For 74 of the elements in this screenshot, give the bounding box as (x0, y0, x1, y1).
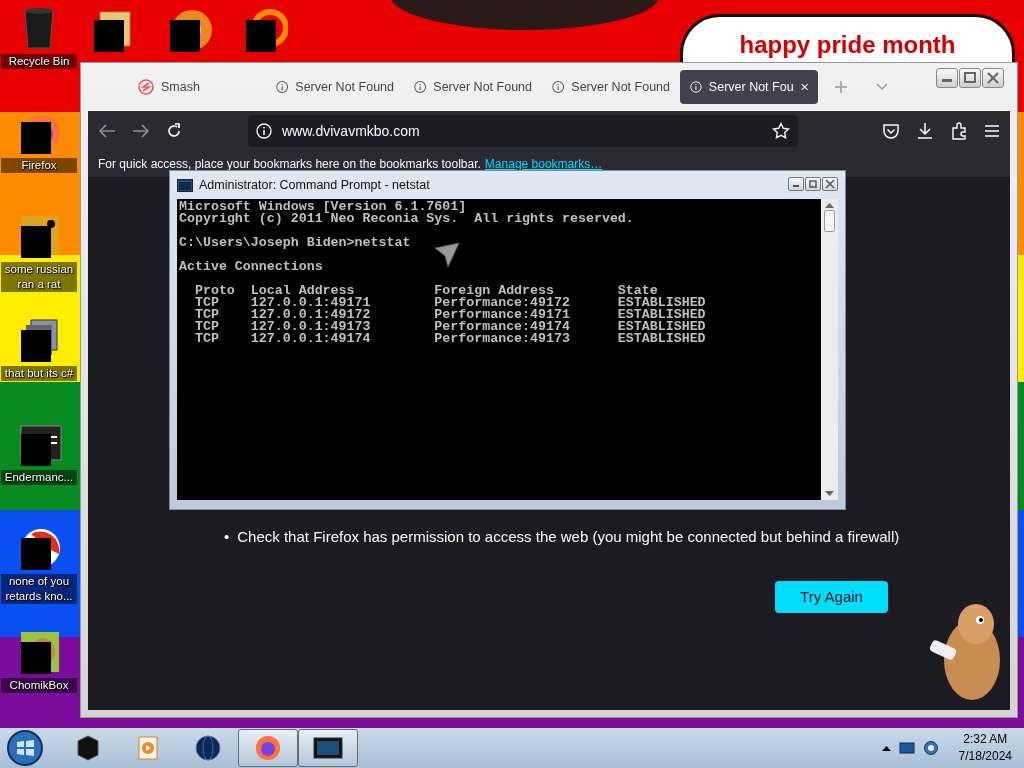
pocket-icon[interactable] (882, 122, 900, 140)
icon-label[interactable]: that but its c# (1, 366, 77, 381)
clock-time: 2:32 AM (963, 731, 1008, 748)
console-cell: Performance:49171 (434, 309, 570, 321)
mouse-cursor-icon (434, 242, 460, 268)
reload-icon[interactable] (166, 123, 182, 139)
console-line: Copyright (c) 2011 Neo Reconia Sys. All rights reserved. (179, 213, 634, 225)
console-cell: TCP (194, 309, 219, 321)
manage-bookmarks-link[interactable]: Manage bookmarks… (484, 155, 603, 173)
console-cell: 127.0.0.1:49173 (250, 321, 371, 333)
icon-label[interactable]: Firefox (1, 158, 77, 173)
console-cell: 127.0.0.1:49171 (250, 297, 371, 309)
info-icon (276, 79, 289, 95)
console-cell: 127.0.0.1:49174 (250, 333, 371, 345)
console-cell: ESTABLISHED (617, 321, 706, 333)
console-cell: ESTABLISHED (617, 297, 706, 309)
console-cell: TCP (194, 297, 219, 309)
bookmarks-hint: For quick access, place your bookmarks here on the bookmarks toolbar. (98, 156, 481, 173)
column-header: Local Address (250, 285, 355, 297)
clock[interactable]: 2:32 AM 7/18/2024 (958, 731, 1012, 765)
banner-text: happy pride month (739, 31, 956, 59)
window-title: Administrator: Command Prompt - netstat (199, 176, 430, 194)
console-cell: Performance:49174 (434, 321, 570, 333)
console-cell: 127.0.0.1:49172 (250, 309, 371, 321)
icon-label[interactable]: some russian ran a rat (1, 262, 77, 292)
info-icon (414, 79, 427, 95)
icon-label[interactable]: none of you retards kno... (1, 574, 77, 604)
browser-tab[interactable]: Server Not Found (266, 70, 404, 104)
error-suggestion: Check that Firefox has permission to access the web (you might be connected but behind a firewall) (237, 527, 900, 547)
browser-tab[interactable]: Server Not Fou (680, 70, 818, 104)
start-button[interactable] (6, 729, 44, 767)
download-icon[interactable] (916, 122, 934, 140)
browser-tab[interactable]: Smash (128, 70, 266, 104)
column-header: Foreign Address (434, 285, 554, 297)
up-arrow-icon[interactable] (881, 745, 891, 751)
info-icon[interactable] (256, 123, 272, 139)
browser-tab[interactable]: Server Not Found (404, 70, 542, 104)
console-cell: ESTABLISHED (617, 309, 706, 321)
column-header: Proto (194, 285, 235, 297)
address-bar[interactable]: www.dvivavmkbo.com (248, 115, 798, 147)
scrollbar-thumb[interactable] (824, 210, 835, 232)
console-line: C:\Users\Joseph Biden>netstat (179, 234, 411, 249)
try-again-button[interactable]: Try Again (775, 581, 888, 613)
console-cell: TCP (194, 333, 219, 345)
taskbar-button[interactable] (298, 729, 358, 767)
console-cell: ESTABLISHED (617, 333, 706, 345)
forward-arrow-icon[interactable] (132, 123, 150, 139)
tab-title: Server Not Fou (708, 78, 794, 96)
console-line: Active Connections (179, 258, 323, 273)
icon-label[interactable]: Recycle Bin (1, 54, 77, 69)
scroll-down-icon[interactable] (825, 491, 834, 497)
icon-label[interactable]: ChomikBox (1, 678, 77, 693)
tab-title: Server Not Found (571, 78, 670, 96)
console-line: Microsoft Windows [Version 6.1.7601] (179, 201, 467, 213)
menu-icon[interactable] (984, 124, 1000, 138)
console-cell: TCP (194, 321, 219, 333)
console-cell: Performance:49172 (434, 297, 570, 309)
tab-title: Server Not Found (295, 78, 394, 96)
console-icon (177, 178, 193, 192)
scrollbar[interactable] (821, 199, 838, 500)
clock-date: 7/18/2024 (958, 748, 1012, 765)
info-icon (690, 79, 702, 95)
back-arrow-icon[interactable] (98, 123, 116, 139)
browser-tab[interactable]: Server Not Found (542, 70, 680, 104)
icon-label[interactable]: Endermanc... (1, 470, 77, 485)
bullet-mark: • (224, 527, 230, 547)
tab-title: Smash (161, 78, 200, 96)
star-icon[interactable] (772, 122, 790, 140)
tab-title: Server Not Found (433, 78, 532, 96)
column-header: State (617, 285, 658, 297)
scroll-up-icon[interactable] (825, 202, 834, 208)
console-cell: Performance:49173 (434, 333, 570, 345)
puzzle-icon[interactable] (950, 122, 968, 140)
info-icon (552, 79, 565, 95)
